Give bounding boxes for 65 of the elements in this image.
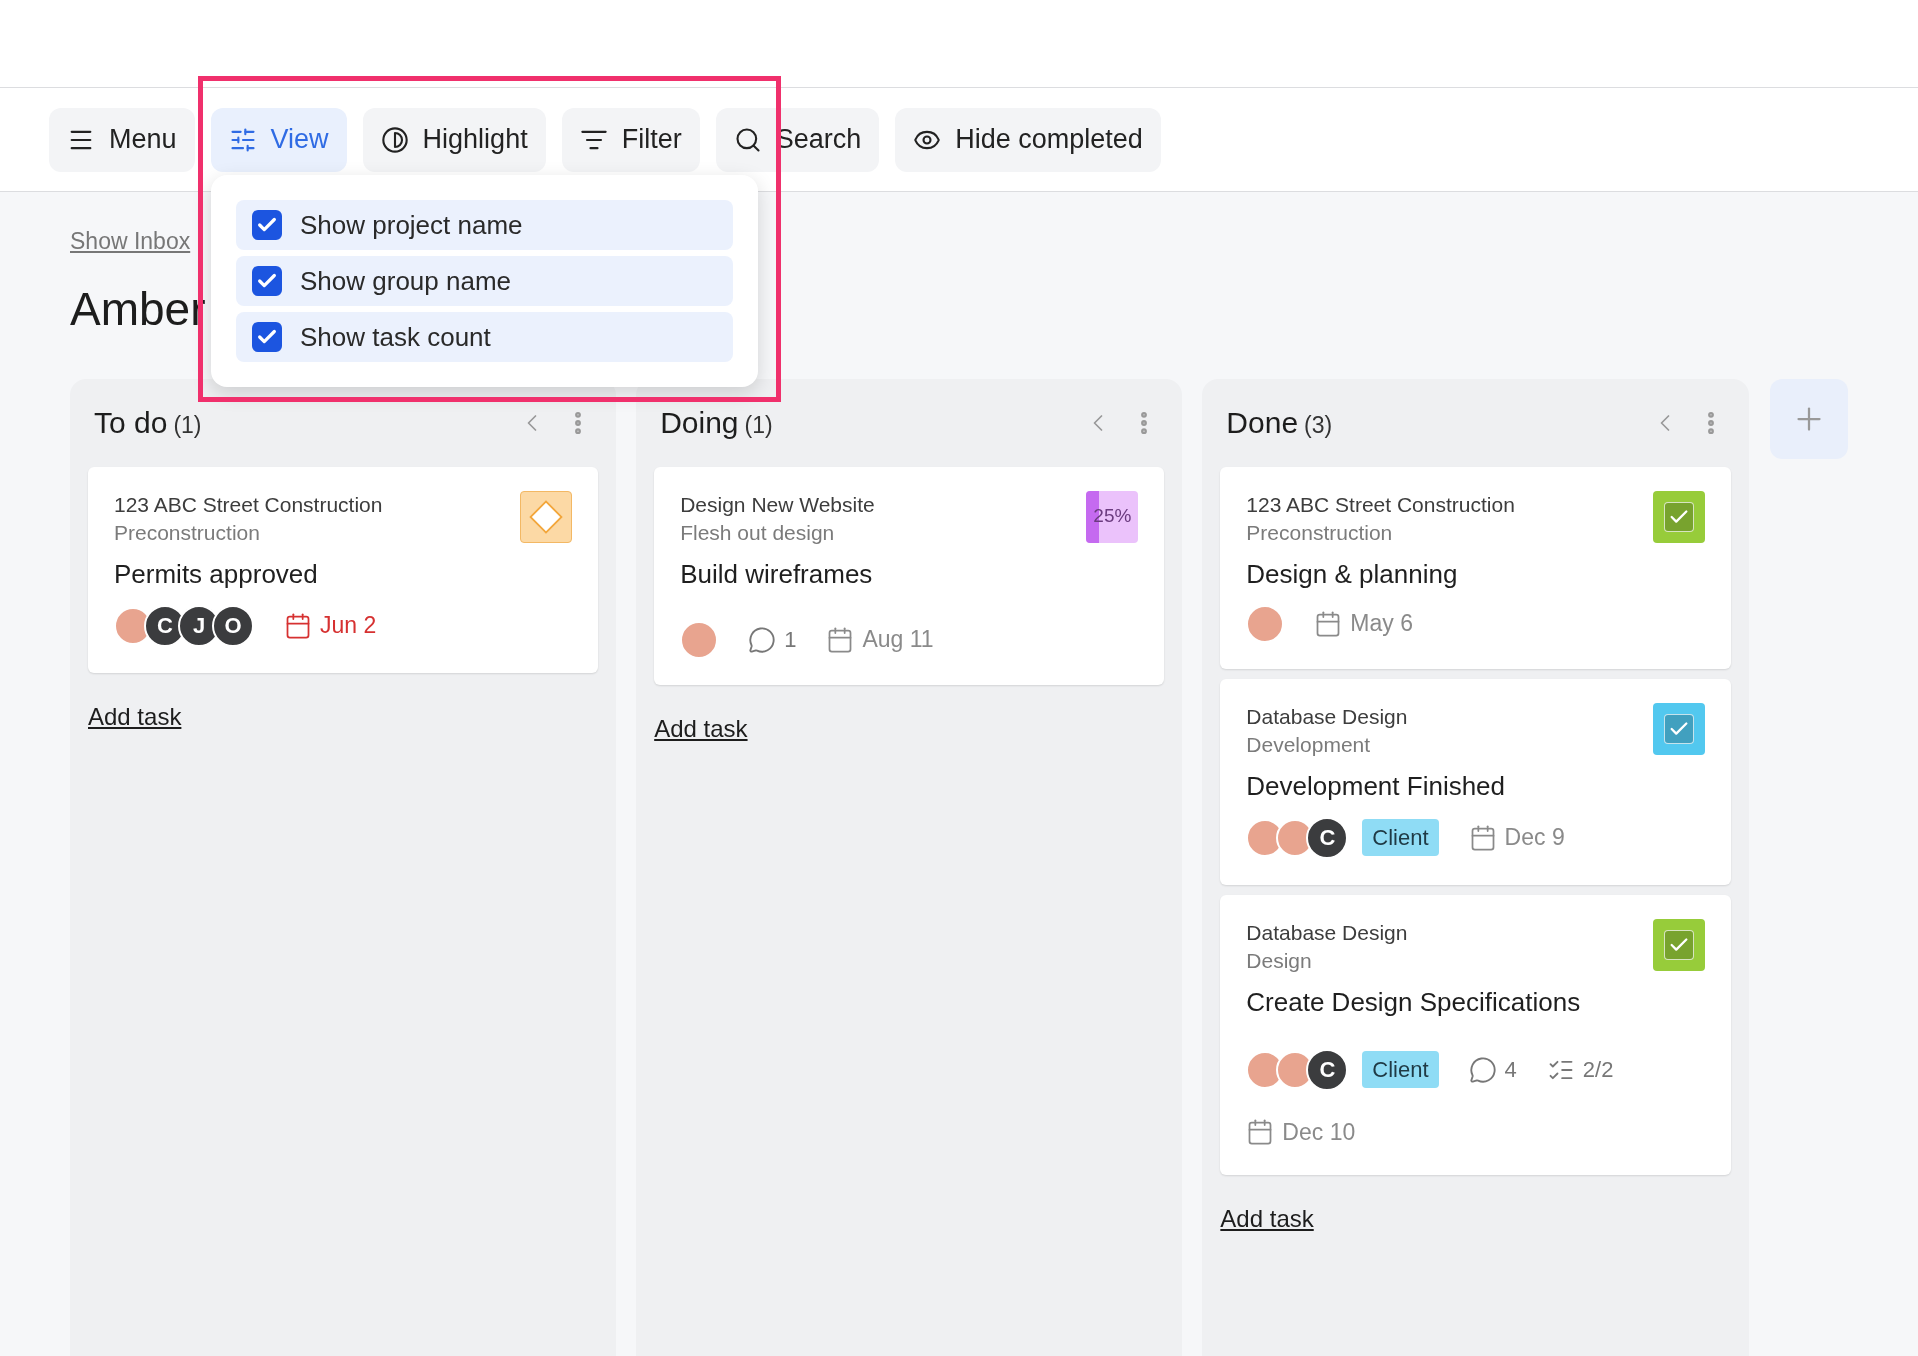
add-task-link[interactable]: Add task [1220,1205,1314,1232]
task-title: Design & planning [1246,557,1459,591]
task-count: (3) [1304,411,1333,440]
task-card[interactable]: Database Design Development Development Finished C Client Dec 9 [1220,678,1731,885]
project-name: Design New Website [680,491,875,518]
toolbar-button[interactable]: Filter [561,107,700,172]
show-inbox-link[interactable]: Show Inbox [70,228,191,254]
option-label: Show group name [300,264,512,298]
avatar-initial: C [1306,816,1349,859]
milestone-badge[interactable] [520,490,573,543]
column-title: Done [1226,405,1299,441]
task-card[interactable]: Database Design Design Create Design Specifications C Client 4 2/2 Dec 10 [1220,894,1731,1175]
view-option[interactable]: Show group name [236,256,733,306]
task-card[interactable]: 123 ABC Street Construction Preconstruction Permits approved C J O Jun 2 [88,466,599,673]
option-checkbox[interactable] [252,210,282,240]
toolbar-button[interactable]: View [210,107,347,172]
due-date: Jun 2 [320,611,377,641]
group-name: Preconstruction [114,519,261,546]
comment-count: 4 [1504,1056,1517,1084]
option-label: Show task count [300,320,491,354]
due-date: May 6 [1350,609,1413,639]
done-checkbox[interactable] [1652,702,1705,755]
half-circle-icon [380,125,409,154]
project-name: Database Design [1246,703,1408,730]
comment-icon [748,625,777,654]
option-label: Show project name [300,208,523,242]
column-title: To do [94,405,168,441]
toolbar-button[interactable]: Highlight [362,107,546,172]
comment-count: 1 [784,626,797,654]
task-title: Create Design Specifications [1246,985,1582,1019]
calendar-icon [284,611,312,640]
due-date: Dec 10 [1282,1117,1356,1147]
option-checkbox[interactable] [252,322,282,352]
tag: Client [1362,819,1439,856]
toolbar-button[interactable]: Hide completed [895,107,1161,172]
add-task-link[interactable]: Add task [654,714,748,742]
add-task-link[interactable]: Add task [88,702,182,730]
avatar-initial: O [212,604,254,647]
task-title: Development Finished [1246,769,1507,803]
checklist-count: 2/2 [1582,1056,1614,1084]
project-name: 123 ABC Street Construction [114,491,383,518]
view-option[interactable]: Show task count [236,312,733,362]
task-count: (1) [173,411,202,440]
task-title: Permits approved [114,557,319,591]
search-icon [733,125,762,154]
comment-icon [1468,1055,1497,1084]
column-title: Doing [660,405,739,441]
group-name: Preconstruction [1246,519,1394,546]
group-name: Development [1246,731,1372,758]
project-name: Database Design [1246,919,1408,946]
view-option[interactable]: Show project name [236,200,733,250]
done-checkbox[interactable] [1652,918,1705,971]
due-date: Dec 9 [1504,823,1565,853]
option-checkbox[interactable] [252,266,282,296]
toolbar-button[interactable]: Menu [49,107,195,172]
project-name: 123 ABC Street Construction [1246,491,1515,518]
due-date: Aug 11 [862,625,934,655]
task-count: (1) [744,411,773,440]
task-card[interactable]: 123 ABC Street Construction Preconstruction Design & planning May 6 [1220,466,1731,669]
tag: Client [1362,1051,1439,1088]
group-name: Design [1246,947,1313,974]
group-name: Flesh out design [680,519,836,546]
task-title: Build wireframes [680,557,874,591]
done-checkbox[interactable] [1652,490,1705,543]
avatar-initial: C [1306,1048,1349,1091]
